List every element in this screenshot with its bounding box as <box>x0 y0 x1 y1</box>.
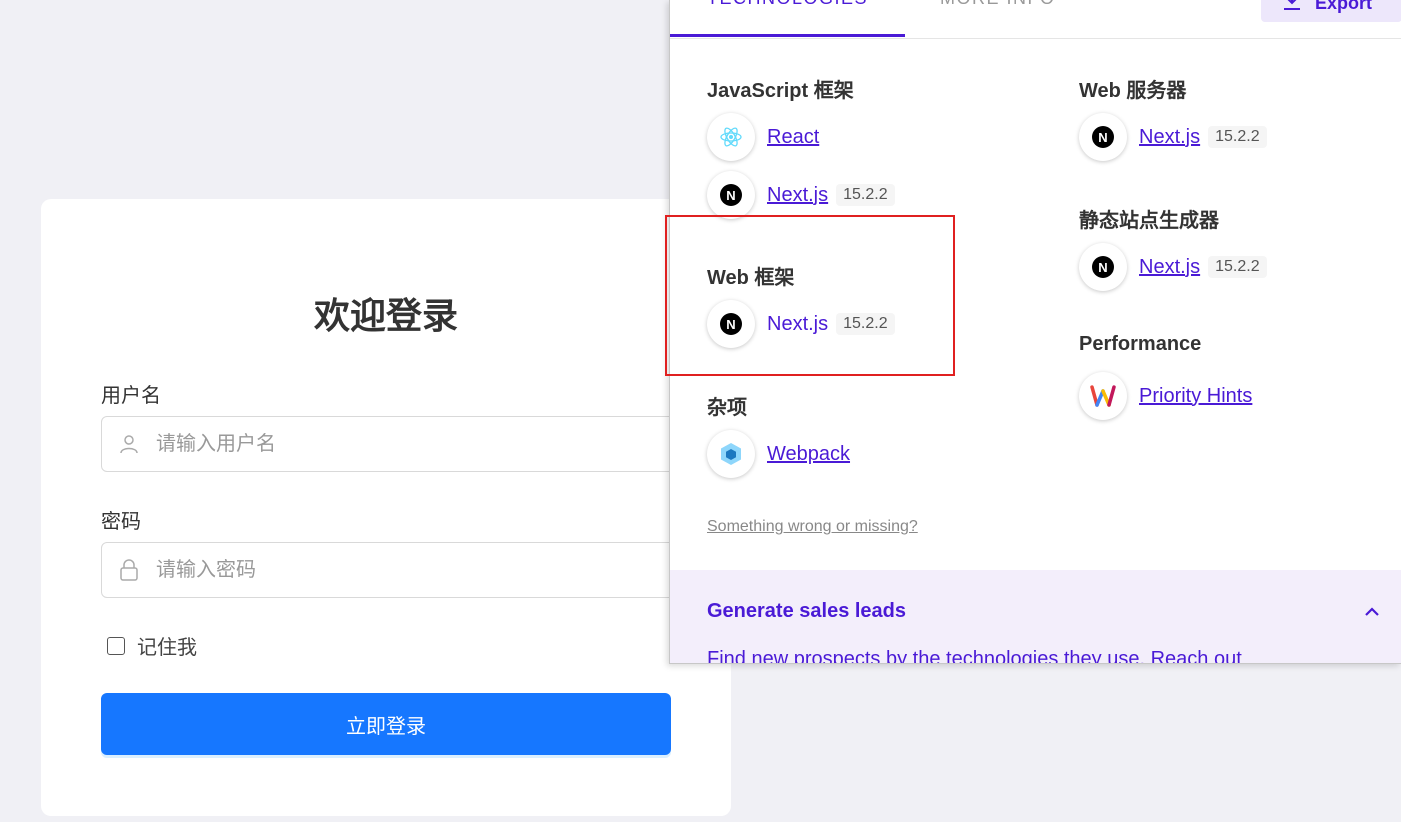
username-label: 用户名 <box>101 385 161 407</box>
category-js-frameworks: JavaScript 框架 <box>707 80 854 102</box>
tech-name[interactable]: Next.js <box>1139 126 1200 149</box>
sales-leads-title[interactable]: Generate sales leads <box>707 600 906 623</box>
export-label: Export <box>1315 0 1373 13</box>
highlight-box <box>665 215 955 376</box>
something-wrong-link[interactable]: Something wrong or missing? <box>707 518 918 536</box>
tech-item-nextjs[interactable]: N Next.js 15.2.2 <box>707 171 895 219</box>
category-misc: 杂项 <box>707 397 747 419</box>
tech-name[interactable]: Next.js <box>767 184 828 207</box>
tab-technologies[interactable]: TECHNOLOGIES <box>707 0 868 9</box>
username-field[interactable] <box>101 416 681 472</box>
login-title: 欢迎登录 <box>313 295 458 336</box>
login-card: 欢迎登录 用户名 密码 记住我 立即登录 <box>41 199 731 816</box>
tech-version: 15.2.2 <box>836 184 895 206</box>
remember-me[interactable]: 记住我 <box>107 631 197 660</box>
user-icon <box>102 434 156 454</box>
password-label: 密码 <box>101 511 141 533</box>
tech-name[interactable]: Next.js <box>1139 256 1200 279</box>
download-icon <box>1283 0 1301 15</box>
tech-name[interactable]: Webpack <box>767 443 850 466</box>
tech-name[interactable]: React <box>767 126 819 149</box>
tech-item-webpack[interactable]: Webpack <box>707 430 850 478</box>
tech-item-priority-hints[interactable]: Priority Hints <box>1079 372 1252 420</box>
export-button[interactable]: Export <box>1261 0 1401 22</box>
tech-name[interactable]: Priority Hints <box>1139 385 1252 408</box>
lock-icon <box>102 559 156 581</box>
tech-version: 15.2.2 <box>1208 126 1267 148</box>
tech-item-nextjs[interactable]: N Next.js 15.2.2 <box>1079 243 1267 291</box>
chevron-up-icon[interactable] <box>1364 604 1380 622</box>
tab-more-info[interactable]: MORE INFO <box>940 0 1056 9</box>
password-input[interactable] <box>156 558 656 582</box>
nextjs-icon: N <box>1079 113 1127 161</box>
sales-leads-text: Find new prospects by the technologies t… <box>707 648 1242 664</box>
nextjs-icon: N <box>1079 243 1127 291</box>
category-static-site-generators: 静态站点生成器 <box>1079 210 1219 232</box>
login-button[interactable]: 立即登录 <box>101 693 671 755</box>
sales-leads-section: Generate sales leads Find new prospects … <box>670 570 1401 664</box>
nextjs-icon: N <box>707 171 755 219</box>
tech-version: 15.2.2 <box>1208 256 1267 278</box>
remember-checkbox[interactable] <box>107 636 125 655</box>
remember-label: 记住我 <box>137 637 197 659</box>
webpack-icon <box>707 430 755 478</box>
username-input[interactable] <box>156 432 656 456</box>
tech-item-nextjs[interactable]: N Next.js 15.2.2 <box>1079 113 1267 161</box>
category-web-servers: Web 服务器 <box>1079 80 1187 102</box>
react-icon <box>707 113 755 161</box>
password-field[interactable] <box>101 542 681 598</box>
priority-hints-icon <box>1079 372 1127 420</box>
tech-item-react[interactable]: React <box>707 113 819 161</box>
active-tab-indicator <box>670 34 905 37</box>
category-performance: Performance <box>1079 333 1202 355</box>
panel-tabs: TECHNOLOGIES MORE INFO Export <box>670 0 1401 39</box>
